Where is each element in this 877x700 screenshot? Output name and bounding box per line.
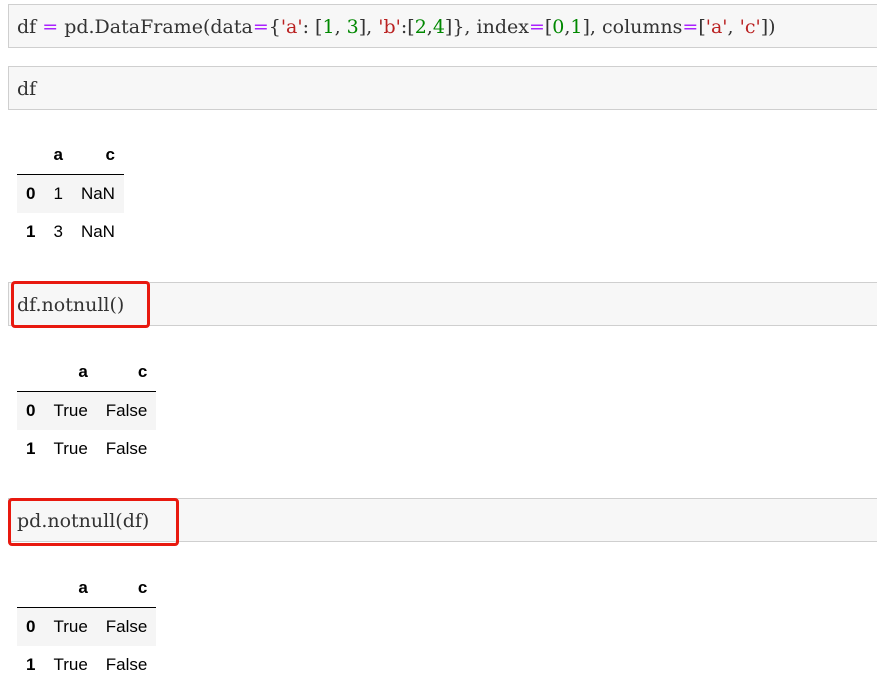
code-token: pd.DataFrame(data [58, 16, 253, 38]
code-line[interactable]: df [17, 67, 36, 111]
row-index: 0 [26, 401, 36, 420]
code-token: df [17, 16, 43, 38]
code-token: 'b' [378, 16, 401, 38]
table-cell: 1 [53, 184, 63, 203]
code-cell-1[interactable]: df = pd.DataFrame(data={'a': [1, 3], 'b'… [8, 4, 877, 48]
table-cell: False [105, 655, 148, 674]
table-row: 1 3 NaN [17, 213, 124, 251]
code-token: = [528, 16, 545, 38]
table-row: 1 True False [17, 646, 156, 684]
column-header: c [96, 569, 157, 608]
row-index: 1 [26, 655, 36, 674]
code-line[interactable]: df = pd.DataFrame(data={'a': [1, 3], 'b'… [17, 5, 776, 49]
code-token: 2 [414, 16, 427, 38]
table-cell: NaN [80, 222, 115, 241]
code-token: ], columns [582, 16, 683, 38]
row-index: 1 [26, 439, 36, 458]
table-cell: False [105, 401, 148, 420]
dataframe-output-df: a c 0 1 NaN 1 3 NaN [17, 136, 124, 251]
code-cell-2[interactable]: df [8, 66, 877, 110]
code-token: :[ [400, 16, 415, 38]
code-token: 1 [570, 16, 583, 38]
code-token: = [682, 16, 699, 38]
code-token: : [ [302, 16, 323, 38]
code-token: 4 [432, 16, 445, 38]
highlight-box [8, 498, 179, 546]
column-header: a [44, 569, 97, 608]
table-cell: True [53, 655, 88, 674]
table-cell: False [105, 617, 148, 636]
index-header [17, 136, 45, 175]
table-row: 0 1 NaN [17, 174, 124, 213]
highlight-box [11, 281, 150, 328]
code-token: ], [358, 16, 379, 38]
code-token: 'a' [705, 16, 728, 38]
dataframe-output-notnull: a c 0 True False 1 True False [17, 353, 157, 468]
column-header: c [96, 353, 157, 392]
code-token: ]) [760, 16, 776, 38]
column-header: a [44, 353, 97, 392]
row-index: 1 [26, 222, 36, 241]
code-token: 3 [346, 16, 359, 38]
table-row: 0 True False [17, 391, 157, 430]
code-token: = [252, 16, 269, 38]
code-token: , [334, 16, 347, 38]
code-token: 1 [322, 16, 335, 38]
table-cell: True [53, 439, 88, 458]
code-token: 'a' [280, 16, 303, 38]
row-index: 0 [26, 617, 36, 636]
code-token: = [42, 16, 59, 38]
index-header [17, 353, 45, 392]
column-header: a [44, 136, 72, 175]
table-cell: False [105, 439, 148, 458]
dataframe-output-pd-notnull: a c 0 True False 1 True False [17, 569, 157, 684]
code-token: ]}, index [444, 16, 529, 38]
table-cell: True [53, 401, 88, 420]
code-token: , [727, 16, 740, 38]
index-header [17, 569, 45, 608]
table-cell: 3 [53, 222, 63, 241]
row-index: 0 [26, 184, 36, 203]
code-token: [ [698, 16, 706, 38]
table-row: 0 True False [17, 607, 157, 646]
code-token: { [268, 16, 281, 38]
code-token: 'c' [739, 16, 761, 38]
code-token: 0 [552, 16, 565, 38]
table-cell: NaN [80, 184, 115, 203]
table-row: 1 True False [17, 430, 156, 468]
column-header: c [71, 136, 124, 175]
table-cell: True [53, 617, 88, 636]
